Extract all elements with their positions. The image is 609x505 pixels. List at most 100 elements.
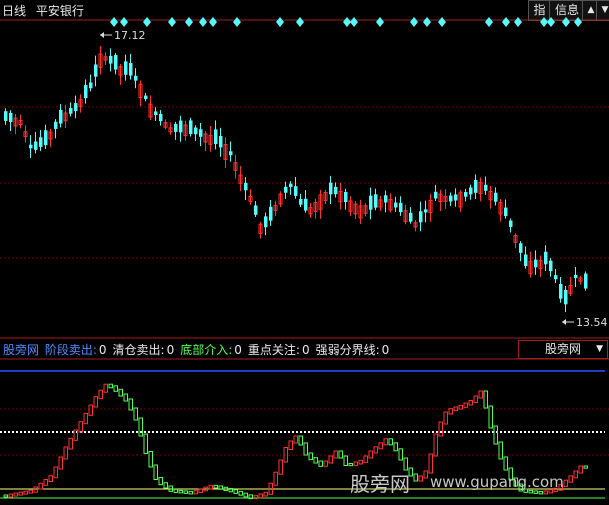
indicator-bar (258, 493, 263, 499)
candlestick-chart[interactable]: 17.12 13.54 (0, 0, 609, 505)
indicator-bar (243, 492, 248, 498)
candle-body (519, 243, 523, 253)
signal-marker (423, 17, 431, 27)
indicator-bar (323, 460, 328, 467)
candle-body (434, 191, 438, 199)
indicator-bar (143, 433, 148, 454)
indicator-item: 底部介入: (180, 343, 233, 357)
indicator-bar (348, 463, 353, 467)
indicator-bar (418, 475, 423, 482)
indicator-bar (193, 490, 198, 495)
candle-body (384, 195, 388, 203)
signal-marker (209, 17, 217, 27)
low-price-label: 13.54 (576, 316, 608, 329)
candle-body (559, 283, 563, 299)
signal-marker (110, 17, 118, 27)
indicator-bar (58, 456, 63, 470)
candle-body (254, 205, 258, 215)
indicator-bar (363, 455, 368, 463)
indicator-bar (218, 485, 223, 490)
indicator-legend: 股旁网 阶段卖出: 0 清仓卖出: 0 底部介入: 0 重点关注: 0 强弱分界线: 0 (3, 341, 397, 358)
candle-body (449, 195, 453, 202)
signal-marker (168, 17, 176, 27)
signal-marker (143, 17, 151, 27)
indicator-bar (113, 385, 118, 392)
candle-body (109, 55, 113, 64)
indicator-bar (23, 490, 28, 495)
candle-body (534, 259, 538, 268)
indicator-name: 股旁网 (3, 343, 40, 357)
indicator-item: 清仓卖出: (112, 343, 165, 357)
candle-body (129, 63, 133, 76)
indicator-bar (28, 489, 33, 494)
candle-body (34, 141, 38, 150)
signal-marker (410, 17, 418, 27)
indicator-bar (308, 452, 313, 461)
candle-body (334, 186, 338, 195)
indicator-bar (298, 435, 303, 446)
candle-body (304, 198, 308, 211)
indicator-bar (18, 491, 23, 496)
indicator-bar (443, 411, 448, 425)
signal-marker (514, 17, 522, 27)
candle-body (299, 199, 303, 205)
candle-body (124, 61, 128, 75)
candle-body (69, 108, 73, 114)
indicator-item-value: 0 (98, 343, 107, 357)
indicator-bar (423, 470, 428, 479)
low-arrow-icon (562, 319, 566, 325)
indicator-bar (303, 442, 308, 456)
indicator-bar (538, 490, 543, 495)
watermark-text: 股旁网 (350, 472, 410, 496)
indicator-bar (563, 479, 568, 488)
indicator-bar (138, 417, 143, 437)
indicator-bar (413, 473, 418, 482)
signal-marker (376, 17, 384, 27)
indicator-bar (573, 470, 578, 479)
indicator-bar (148, 451, 153, 468)
indicator-bar (78, 421, 83, 433)
high-arrow-icon (100, 32, 104, 38)
signal-marker (296, 17, 304, 27)
candle-body (369, 195, 373, 210)
indicator-bar (158, 477, 163, 486)
indicator-bar (88, 404, 93, 416)
indicator-selector-value: 股旁网 (545, 342, 582, 356)
indicator-bar (358, 459, 363, 465)
indicator-bar (173, 488, 178, 493)
indicator-bar (398, 448, 403, 461)
candle-body (219, 135, 223, 148)
candle-body (294, 186, 298, 196)
candle-body (289, 183, 293, 187)
signal-marker (438, 17, 446, 27)
candle-body (564, 289, 568, 305)
indicator-item-value: 0 (301, 343, 310, 357)
indicator-bar (63, 446, 68, 460)
candle-body (344, 191, 348, 203)
indicator-bar (498, 441, 503, 460)
signal-marker (343, 17, 351, 27)
candle-body (154, 111, 158, 116)
candle-body (4, 111, 8, 121)
indicator-selector[interactable]: 股旁网 ▼ (518, 340, 608, 359)
indicator-bar (278, 459, 283, 475)
indicator-bar (583, 465, 588, 469)
indicator-bar (68, 437, 73, 450)
indicator-bar (568, 475, 573, 483)
candle-body (199, 129, 203, 137)
candle-body (409, 212, 413, 222)
indicator-bar (13, 492, 18, 497)
candle-body (89, 82, 93, 89)
candle-body (574, 274, 578, 279)
indicator-bar (478, 390, 483, 399)
indicator-bar (108, 383, 113, 389)
candle-body (9, 112, 13, 122)
indicator-bar (318, 460, 323, 467)
indicator-bar (493, 425, 498, 445)
indicator-bar (388, 438, 393, 446)
indicator-bar (118, 388, 123, 397)
indicator-bar (238, 490, 243, 496)
signal-marker (185, 17, 193, 27)
indicator-bar (543, 490, 548, 495)
candle-body (284, 186, 288, 193)
